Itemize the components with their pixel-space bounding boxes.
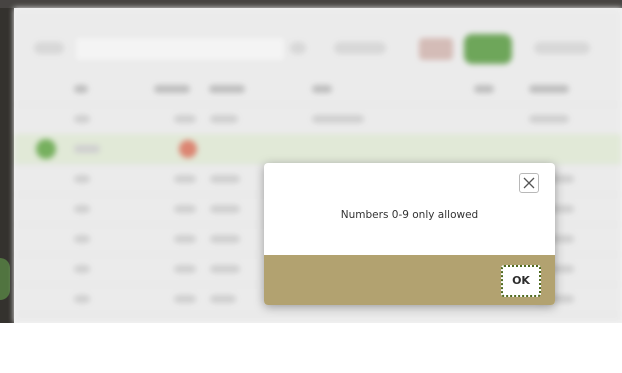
ok-button[interactable]: OK: [501, 265, 541, 297]
dialog-footer: OK: [264, 255, 555, 305]
close-button[interactable]: [519, 173, 539, 193]
dialog-body: Numbers 0-9 only allowed: [264, 163, 555, 255]
close-icon: [523, 177, 535, 189]
alert-dialog: Numbers 0-9 only allowed OK: [264, 163, 555, 305]
dialog-message: Numbers 0-9 only allowed: [340, 209, 479, 221]
